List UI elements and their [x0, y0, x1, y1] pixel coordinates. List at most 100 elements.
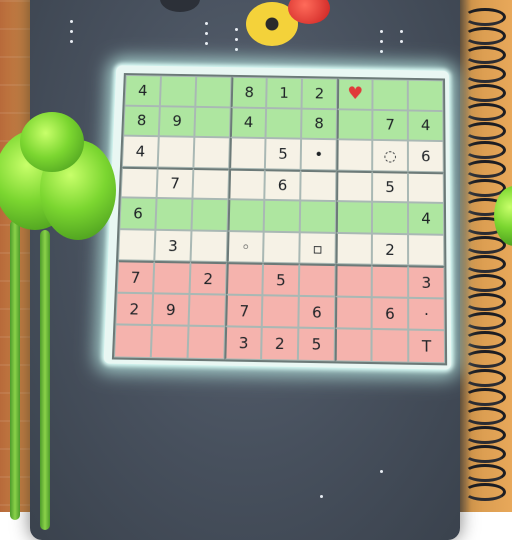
sudoku-cell-r4-c9[interactable] — [407, 171, 444, 204]
notebook-dot — [380, 30, 383, 33]
sudoku-cell-r1-c4[interactable]: 8 — [230, 76, 267, 108]
sudoku-cell-r9-c1[interactable] — [114, 324, 152, 359]
sudoku-cell-r6-c5[interactable] — [263, 231, 300, 264]
sudoku-cell-r8-c8[interactable]: 6 — [371, 297, 409, 331]
sudoku-cell-r4-c6[interactable] — [300, 169, 337, 202]
sudoku-cell-r8-c2[interactable]: 9 — [151, 293, 190, 327]
notebook-dot — [235, 38, 238, 41]
sudoku-cell-r6-c6[interactable]: ▫ — [299, 232, 336, 265]
sudoku-cell-r2-c6[interactable]: 8 — [301, 108, 337, 140]
spiral-ring — [464, 274, 506, 292]
sudoku-cell-r9-c2[interactable] — [150, 325, 189, 359]
sudoku-cell-r2-c8[interactable]: 7 — [372, 109, 408, 141]
sudoku-cell-r3-c9[interactable]: 6 — [407, 140, 444, 173]
notebook-dot — [70, 30, 73, 33]
sudoku-cell-r8-c4[interactable]: 7 — [225, 294, 263, 328]
spiral-ring — [464, 464, 506, 482]
sudoku-cell-r3-c2[interactable] — [157, 136, 195, 168]
sudoku-cell-r8-c9[interactable]: · — [408, 297, 445, 331]
sudoku-cell-r8-c3[interactable] — [188, 293, 226, 327]
sudoku-cell-r7-c9[interactable]: 3 — [408, 265, 445, 299]
sudoku-cell-r8-c5[interactable] — [261, 295, 299, 329]
sudoku-cell-r5-c1[interactable]: 6 — [119, 197, 157, 230]
sudoku-cell-r7-c8[interactable] — [371, 265, 409, 298]
sudoku-cell-r9-c6[interactable]: 5 — [297, 328, 335, 362]
sudoku-cell-r4-c1[interactable] — [120, 166, 158, 199]
sudoku-cell-r2-c9[interactable]: 4 — [407, 110, 444, 142]
sudoku-cell-r5-c6[interactable] — [299, 200, 337, 233]
spiral-ring — [464, 160, 506, 178]
sudoku-cell-r1-c8[interactable] — [372, 79, 408, 111]
sudoku-cell-r2-c2[interactable]: 9 — [158, 105, 196, 137]
sudoku-cell-r3-c5[interactable]: 5 — [264, 138, 302, 170]
sudoku-cell-r3-c3[interactable] — [193, 136, 230, 169]
sudoku-cell-r5-c9[interactable]: 4 — [408, 202, 445, 235]
notebook-dot — [380, 470, 383, 473]
sudoku-board[interactable]: 4 8 1 2 ♥ 8 9 4 8 7 4 4 5 • ◌ 6 7 6 5 6 4 3 ◦ ▫ 2 7 2 5 3 2 9 7 6 6 · 3 2 5 T — [103, 65, 452, 370]
sudoku-cell-r3-c8[interactable]: ◌ — [372, 139, 408, 172]
sudoku-cell-r3-c7[interactable] — [336, 139, 373, 171]
sudoku-cell-r5-c2[interactable] — [155, 198, 193, 231]
sudoku-cell-r4-c2[interactable]: 7 — [156, 167, 194, 199]
sudoku-cell-r5-c3[interactable] — [191, 198, 229, 231]
sudoku-cell-r4-c8[interactable]: 5 — [372, 170, 409, 203]
sudoku-cell-r9-c5[interactable]: 2 — [261, 327, 299, 361]
sudoku-cell-r1-c5[interactable]: 1 — [266, 77, 302, 109]
sudoku-cell-r8-c1[interactable]: 2 — [115, 292, 154, 326]
sudoku-cell-r9-c3[interactable] — [187, 326, 226, 360]
sudoku-cell-r7-c6[interactable] — [298, 263, 336, 297]
sudoku-cell-r2-c1[interactable]: 8 — [123, 105, 160, 137]
sudoku-cell-r5-c8[interactable] — [371, 201, 409, 234]
sudoku-cell-r1-c9[interactable] — [407, 79, 444, 111]
sudoku-cell-r2-c3[interactable] — [194, 106, 231, 138]
sudoku-cell-r9-c9[interactable]: T — [408, 330, 446, 364]
sudoku-cell-r7-c3[interactable]: 2 — [189, 261, 227, 295]
sudoku-cell-r3-c1[interactable]: 4 — [121, 135, 159, 168]
notebook-dot — [400, 40, 403, 43]
sudoku-cell-r1-c3[interactable] — [195, 76, 232, 108]
sudoku-cell-r9-c8[interactable] — [371, 329, 409, 363]
sudoku-cell-r1-c1[interactable]: 4 — [124, 74, 161, 106]
sudoku-cell-r6-c8[interactable]: 2 — [371, 233, 409, 266]
sudoku-cell-r7-c7[interactable] — [335, 264, 372, 298]
sudoku-cell-r6-c2[interactable]: 3 — [154, 229, 192, 262]
sudoku-cell-r8-c7[interactable] — [334, 296, 372, 330]
sudoku-cell-r9-c7[interactable] — [334, 328, 372, 362]
sudoku-cell-r2-c5[interactable] — [265, 107, 302, 139]
sudoku-cell-r6-c9[interactable] — [408, 233, 445, 267]
sudoku-cell-r5-c4[interactable] — [227, 199, 265, 232]
scene-background: 4 8 1 2 ♥ 8 9 4 8 7 4 4 5 • ◌ 6 7 6 5 6 4 3 ◦ ▫ 2 7 2 5 3 2 9 7 6 6 · 3 2 5 T — [0, 0, 512, 540]
spiral-ring — [464, 407, 506, 425]
spiral-ring — [464, 8, 506, 26]
spiral-ring — [464, 103, 506, 121]
sudoku-cell-r7-c5[interactable]: 5 — [262, 263, 300, 296]
sudoku-cell-r1-c6[interactable]: 2 — [301, 77, 338, 109]
sudoku-cell-r7-c1[interactable]: 7 — [116, 260, 155, 294]
sudoku-cell-r4-c3[interactable] — [192, 167, 230, 200]
sudoku-cell-r8-c6[interactable]: 6 — [298, 295, 336, 329]
sudoku-cell-r7-c2[interactable] — [153, 261, 191, 294]
sudoku-cell-r4-c4[interactable] — [228, 168, 265, 201]
sudoku-cell-r6-c1[interactable] — [118, 228, 156, 262]
sudoku-grid[interactable]: 4 8 1 2 ♥ 8 9 4 8 7 4 4 5 • ◌ 6 7 6 5 6 4 3 ◦ ▫ 2 7 2 5 3 2 9 7 6 6 · 3 2 5 T — [111, 73, 448, 366]
sudoku-cell-r9-c4[interactable]: 3 — [224, 326, 262, 361]
sudoku-cell-r6-c4[interactable]: ◦ — [226, 230, 264, 264]
sudoku-cell-r2-c4[interactable]: 4 — [229, 107, 267, 139]
heart-icon[interactable]: ♥ — [336, 78, 373, 110]
sudoku-cell-r6-c3[interactable] — [190, 230, 228, 263]
sudoku-cell-r7-c4[interactable] — [225, 262, 264, 296]
spiral-ring — [464, 46, 506, 64]
sudoku-cell-r5-c7[interactable] — [335, 201, 373, 234]
sudoku-cell-r3-c4[interactable] — [229, 137, 266, 169]
plant-stem-2 — [40, 230, 50, 530]
sudoku-cell-r6-c7[interactable] — [335, 232, 372, 266]
sudoku-cell-r3-c6[interactable]: • — [300, 138, 337, 171]
spiral-ring — [464, 236, 506, 254]
notebook-dot — [70, 20, 73, 23]
sudoku-cell-r2-c7[interactable] — [336, 108, 373, 140]
sudoku-cell-r1-c2[interactable] — [159, 75, 197, 107]
spiral-ring — [464, 141, 506, 159]
sudoku-cell-r4-c7[interactable] — [336, 170, 373, 202]
sudoku-cell-r4-c5[interactable]: 6 — [264, 168, 301, 201]
sudoku-cell-r5-c5[interactable] — [263, 200, 301, 233]
